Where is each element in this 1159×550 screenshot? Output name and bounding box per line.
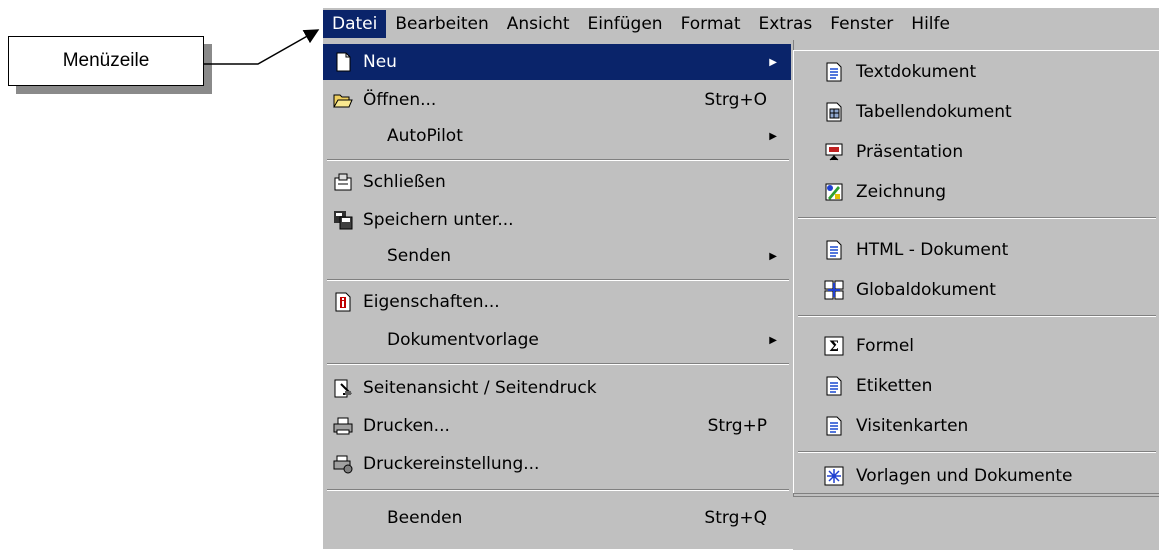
close-document-icon [333,172,353,192]
submenu-item-label: HTML - Dokument [856,240,1009,260]
application-window: Datei Bearbeiten Ansicht Einfügen Format… [323,8,1159,550]
neu-submenu: Textdokument Tabellendokument Präsentati… [793,50,1159,493]
callout-menuzeile: Menüzeile [8,36,212,94]
menu-item-drucken[interactable]: Drucken... Strg+P [323,408,791,444]
spreadsheet-icon [824,102,844,122]
presentation-icon [824,142,844,162]
submenu-item-praesentation[interactable]: Präsentation [794,133,1159,171]
properties-icon [333,292,353,312]
printer-settings-icon [333,454,353,474]
datei-dropdown: Neu ▶ Öffnen... Strg+O AutoPilot ▶ Schli… [323,40,794,549]
submenu-separator [798,217,1156,219]
business-cards-icon [824,416,844,436]
submenu-item-label: Zeichnung [856,182,947,202]
shortcut-label: Strg+O [704,90,767,110]
submenu-item-label: Textdokument [856,62,977,82]
svg-text:Σ: Σ [829,339,839,355]
submenu-item-zeichnung[interactable]: Zeichnung [794,173,1159,211]
menu-item-senden[interactable]: Senden ▶ [323,238,791,274]
drawing-icon [824,182,844,202]
submenu-arrow-icon: ▶ [769,56,777,68]
submenu-item-tabellendokument[interactable]: Tabellendokument [794,93,1159,131]
callout-label: Menüzeile [8,36,204,86]
submenu-item-label: Vorlagen und Dokumente [856,466,1073,486]
menu-bearbeiten[interactable]: Bearbeiten [386,10,497,38]
submenu-item-html-dokument[interactable]: HTML - Dokument [794,231,1159,269]
submenu-arrow-icon: ▶ [769,130,777,142]
text-document-icon [824,62,844,82]
menu-item-label: AutoPilot [387,126,463,146]
submenu-arrow-icon: ▶ [769,250,777,262]
menu-item-seitenansicht[interactable]: Seitenansicht / Seitendruck [323,370,791,406]
submenu-item-globaldokument[interactable]: Globaldokument [794,271,1159,309]
save-as-icon [333,210,353,230]
menu-item-label: Speichern unter... [363,210,514,230]
menu-item-label: Dokumentvorlage [387,330,539,350]
submenu-item-label: Formel [856,336,915,356]
menu-format[interactable]: Format [672,10,750,38]
menu-item-beenden[interactable]: Beenden Strg+Q [323,500,791,536]
menu-separator [327,279,789,281]
menu-bar: Datei Bearbeiten Ansicht Einfügen Format… [323,8,1159,40]
submenu-arrow-icon: ▶ [769,334,777,346]
menu-item-oeffnen[interactable]: Öffnen... Strg+O [323,82,791,118]
html-document-icon [824,240,844,260]
labels-icon [824,376,844,396]
shortcut-label: Strg+Q [704,508,767,528]
menu-ansicht[interactable]: Ansicht [498,10,579,38]
menu-separator [327,363,789,365]
submenu-item-formel[interactable]: Σ Formel [794,327,1159,365]
submenu-item-label: Etiketten [856,376,933,396]
menu-item-label: Senden [387,246,452,266]
menu-fenster[interactable]: Fenster [821,10,902,38]
submenu-item-label: Visitenkarten [856,416,969,436]
menu-item-label: Neu [363,52,397,72]
submenu-item-label: Präsentation [856,142,964,162]
menu-item-label: Druckereinstellung... [363,454,540,474]
submenu-separator [798,315,1156,317]
menu-einfuegen[interactable]: Einfügen [579,10,672,38]
menu-item-dokumentvorlage[interactable]: Dokumentvorlage ▶ [323,322,791,358]
menu-item-autopilot[interactable]: AutoPilot ▶ [323,118,791,154]
global-document-icon [824,280,844,300]
menu-item-label: Schließen [363,172,446,192]
submenu-item-etiketten[interactable]: Etiketten [794,367,1159,405]
menu-item-druckereinstellung[interactable]: Druckereinstellung... [323,446,791,482]
menu-extras[interactable]: Extras [750,10,822,38]
menu-item-label: Drucken... [363,416,450,436]
menu-separator [327,489,789,491]
background-panel [793,496,1159,550]
menu-item-eigenschaften[interactable]: Eigenschaften... [323,284,791,320]
menu-item-schliessen[interactable]: Schließen [323,164,791,200]
formula-icon: Σ [824,336,844,356]
submenu-item-textdokument[interactable]: Textdokument [794,53,1159,91]
submenu-item-visitenkarten[interactable]: Visitenkarten [794,407,1159,445]
menu-item-neu[interactable]: Neu ▶ [323,44,791,80]
templates-icon [824,466,844,486]
submenu-item-vorlagen-und-dokumente[interactable]: Vorlagen und Dokumente [794,457,1159,495]
open-folder-icon [333,90,353,110]
menu-item-label: Seitenansicht / Seitendruck [363,378,597,398]
menu-item-label: Beenden [387,508,463,528]
submenu-item-label: Tabellendokument [856,102,1012,122]
menu-item-speichern-unter[interactable]: Speichern unter... [323,202,791,238]
shortcut-label: Strg+P [707,416,767,436]
submenu-separator [798,451,1156,453]
new-document-icon [333,52,353,72]
menu-hilfe[interactable]: Hilfe [902,10,959,38]
menu-separator [327,159,789,161]
menu-item-label: Eigenschaften... [363,292,500,312]
menu-item-label: Öffnen... [363,90,437,110]
submenu-item-label: Globaldokument [856,280,996,300]
printer-icon [333,416,353,436]
menu-datei[interactable]: Datei [323,10,387,38]
page-preview-icon [333,378,353,398]
